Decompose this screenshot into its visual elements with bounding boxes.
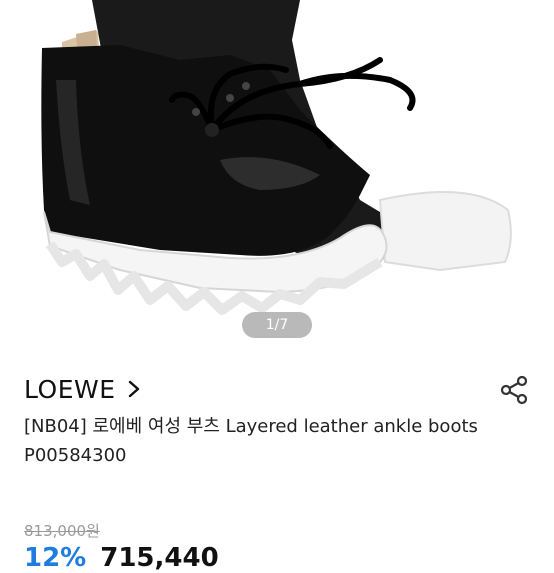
share-icon[interactable] xyxy=(498,374,530,406)
sale-price: 715,440 xyxy=(100,543,219,573)
discount-rate: 12% xyxy=(24,543,87,573)
image-pager: 1/7 xyxy=(242,312,312,338)
brand-link[interactable]: LOEWE xyxy=(24,372,144,406)
brand-name: LOEWE xyxy=(24,374,116,404)
original-price: 813,000원 xyxy=(24,522,100,540)
product-image-gallery[interactable]: 1/7 xyxy=(0,0,554,352)
boot-image xyxy=(41,0,512,315)
chevron-right-icon xyxy=(128,380,139,398)
product-title: [NB04] 로에베 여성 부츠 Layered leather ankle b… xyxy=(24,416,478,466)
price-row: 12% 715,440 xyxy=(24,543,219,573)
